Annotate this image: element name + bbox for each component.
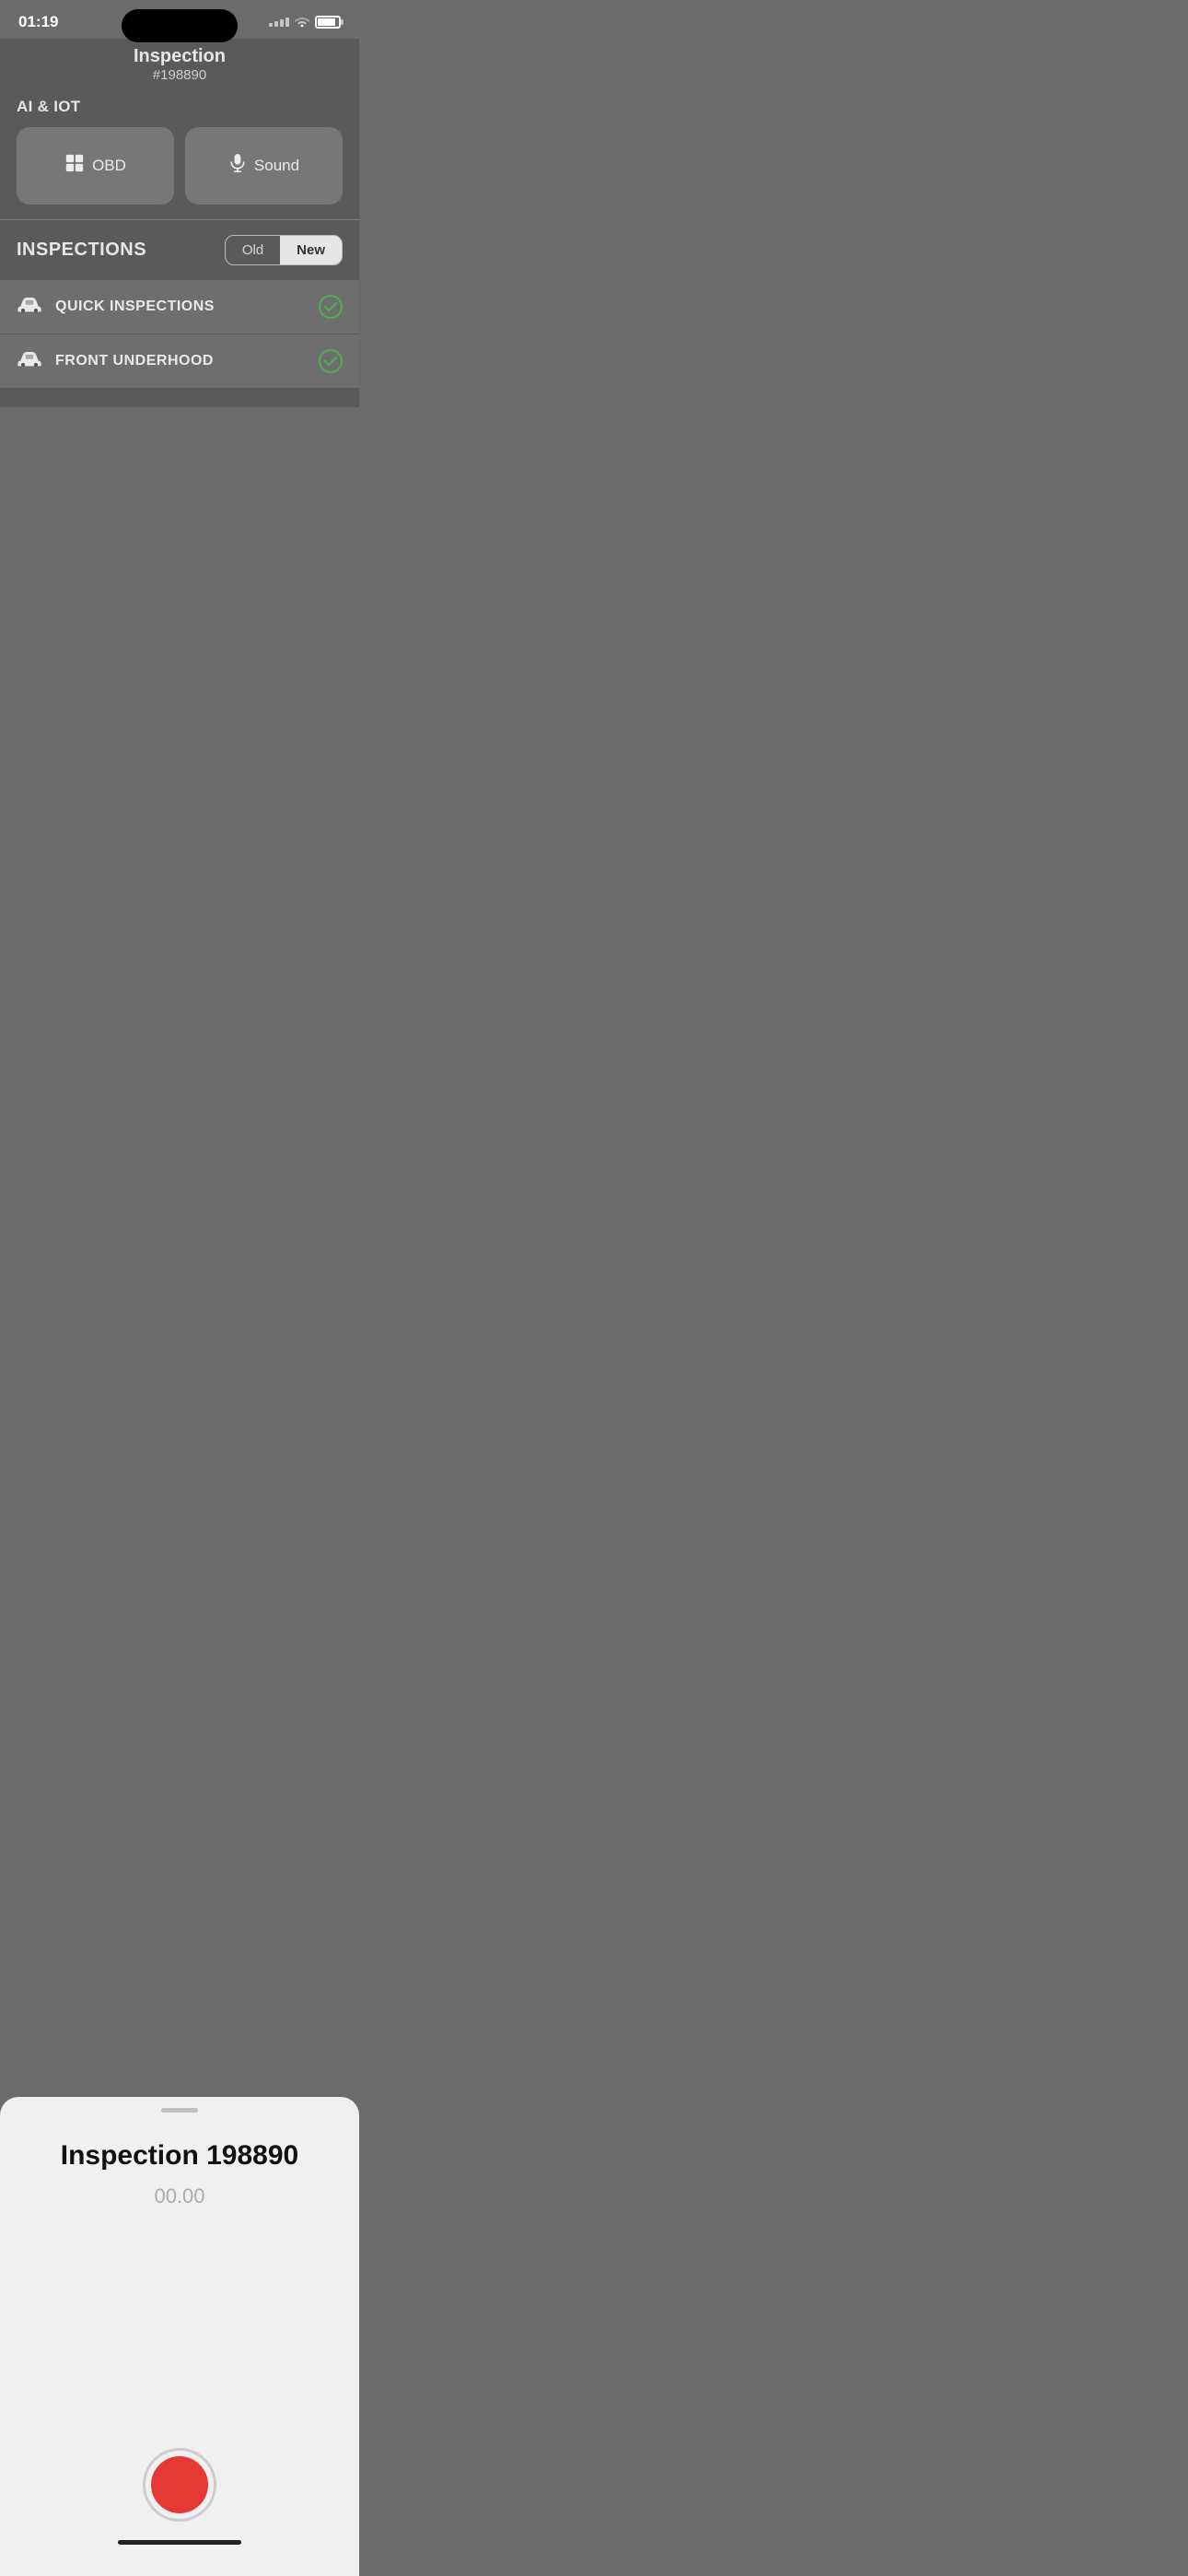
front-underhood-check [319,349,343,373]
page-header: Inspection #198890 [0,39,359,98]
ai-iot-title: AI & IOT [17,98,343,116]
car-icon-front [17,349,42,373]
signal-icon [269,18,289,27]
obd-label: OBD [92,157,126,175]
obd-icon [64,153,85,179]
ai-grid: OBD Sound [17,127,343,205]
battery-icon [315,16,341,29]
page-title: Inspection [18,46,341,67]
status-bar: 01:19 [0,0,359,39]
page-subtitle: #198890 [18,67,341,83]
obd-card[interactable]: OBD [17,127,174,205]
toggle-group: Old New [225,235,343,265]
inspections-title: INSPECTIONS [17,240,146,261]
toggle-old[interactable]: Old [226,236,280,264]
bottom-sheet: Inspection 198890 00.00 [0,2097,359,2576]
status-time: 01:19 [18,13,58,31]
sheet-timer: 00.00 [154,2184,204,2208]
front-underhood-label: FRONT UNDERHOOD [55,353,306,369]
toggle-new[interactable]: New [280,236,342,264]
status-icons [269,15,341,29]
dynamic-island [122,9,238,42]
background-content: Inspection #198890 AI & IOT OBD [0,39,359,407]
home-indicator [118,2540,241,2545]
sheet-handle [161,2108,198,2113]
inspection-item-front[interactable]: FRONT UNDERHOOD [0,334,359,388]
wifi-icon [295,15,309,29]
quick-inspections-label: QUICK INSPECTIONS [55,299,306,315]
inspections-header: INSPECTIONS Old New [0,235,359,265]
sound-card[interactable]: Sound [185,127,343,205]
sheet-title: Inspection 198890 [61,2140,298,2172]
car-icon-quick [17,295,42,319]
record-button[interactable] [143,2448,216,2522]
quick-inspections-check [319,295,343,319]
sound-label: Sound [254,157,299,175]
section-divider [0,219,359,220]
inspection-item-quick[interactable]: QUICK INSPECTIONS [0,280,359,334]
ai-iot-section: AI & IOT OBD [0,98,359,205]
record-inner-circle [151,2456,208,2513]
microphone-icon [228,153,247,179]
